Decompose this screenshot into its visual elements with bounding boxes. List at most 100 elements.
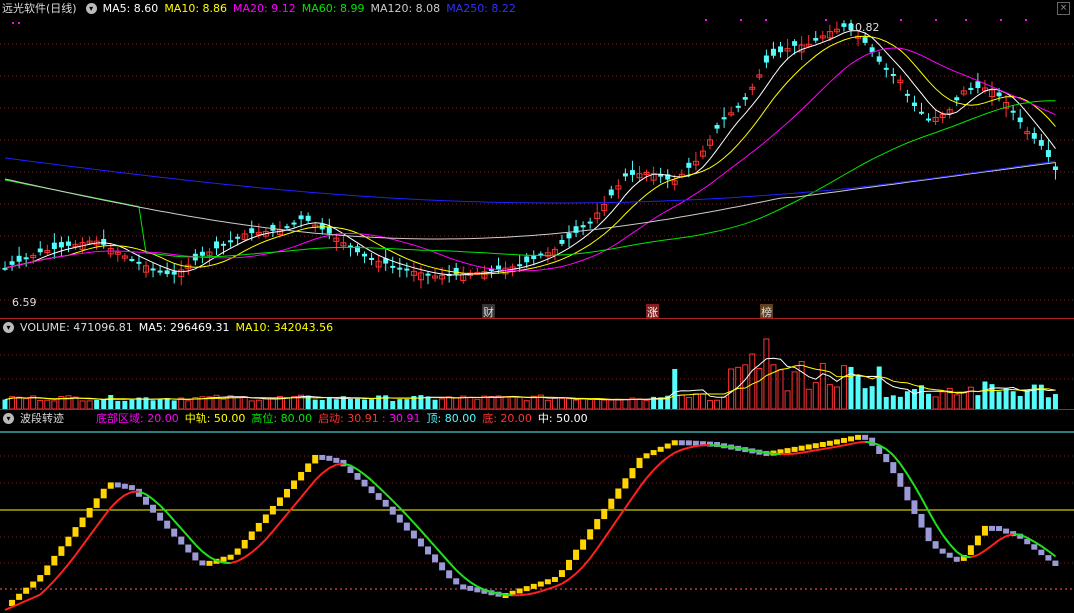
kline-panel[interactable]: 远光软件(日线) ▾ MA5: 8.60 MA10: 8.86 MA20: 9.… [0,0,1074,320]
signal-line [561,578,570,585]
signal-line [723,445,732,449]
volume-bar [355,398,360,409]
wave-bar [516,588,523,594]
wave-bar [622,478,629,489]
volume-bar [115,400,121,409]
volume-bar [1045,397,1051,409]
wave-bar [657,446,664,452]
start-label: 启动: 30.91 [318,412,379,425]
signal-dot [965,19,967,21]
indicator-panel[interactable]: ▾ 波段转迹 底部区域: 20.00 中轨: 50.00 高位: 80.00 启… [0,410,1074,613]
mid-track-label: 中轨: 50.00 [184,412,246,425]
candle-body [369,257,375,260]
signal-line [81,535,91,547]
wave-bar [23,587,30,594]
wave-bar [925,527,932,542]
signal-line [526,592,534,596]
candle-body [587,221,593,224]
volume-panel[interactable]: ▾ VOLUME: 471096.81 MA5: 296469.31 MA10:… [0,319,1074,409]
signal-line [610,517,620,529]
signal-line [738,447,746,451]
candle-body [559,239,565,244]
volume-bar [404,399,410,409]
volume-bar [376,395,382,409]
wave-bar [276,497,283,506]
signal-line [448,561,457,571]
candle-body [214,241,219,249]
volume-bar [805,388,812,409]
signal-line [180,527,190,538]
volume-bar [919,385,924,409]
wave-bar [121,483,128,489]
candle-body [362,253,368,257]
wave-bar [530,583,537,589]
candle-body [390,265,396,268]
volume-bar [86,400,93,409]
volume-label: VOLUME: 471096.81 [20,320,133,334]
wave-bar [833,439,840,445]
volume-bar [580,398,587,409]
signal-line [829,445,838,449]
volume-bar [333,399,339,409]
indicator-chart[interactable] [0,426,1074,613]
wave-bar [784,448,791,454]
candle-body [23,257,29,260]
signal-line [74,544,84,556]
volume-bar [573,399,580,409]
wave-bar [685,440,692,446]
volume-bar [1024,389,1030,409]
wave-bar [58,546,65,556]
signal-line [603,527,613,539]
volume-bar [319,399,325,409]
volume-bar [862,388,868,409]
signal-line [102,507,112,518]
ma60-label: MA60: 8.99 [301,1,365,15]
wave-bar [284,488,290,498]
signal-line [963,555,971,559]
signal-line [759,450,767,454]
expand-icon[interactable]: ▾ [3,321,14,333]
candle-body [911,102,917,107]
vol-ma5-label: MA5: 296469.31 [138,320,230,334]
candle-body [524,256,530,263]
wave-bar [410,530,417,539]
volume-bar [1003,388,1009,409]
volume-bar [446,396,453,409]
signal-dot [900,19,902,21]
signal-line [377,486,387,495]
wave-bar [361,479,368,487]
volume-bar [926,393,932,409]
kline-chart[interactable] [0,16,1074,318]
candle-body [890,73,896,76]
volume-bar [467,397,474,409]
wave-bar [220,556,227,562]
volume-bar [530,395,537,409]
signal-line [187,535,197,546]
volume-bar [1052,394,1058,409]
volume-bar [262,398,269,409]
volume-bar [241,396,248,409]
wave-bar [939,548,946,554]
wave-bar [573,549,580,560]
wave-bar [305,463,312,472]
wave-bar [594,519,601,530]
signal-line [906,473,916,487]
signal-line [688,445,697,449]
signal-line [67,554,77,565]
volume-bar [79,400,86,409]
expand-icon[interactable]: ▾ [85,2,97,14]
wave-bar [664,443,671,449]
close-icon[interactable]: × [1057,2,1070,15]
volume-chart[interactable] [0,335,1074,409]
signal-line [491,591,499,595]
ma120-line [4,162,1056,240]
signal-line [159,504,168,514]
ma250-label: MA250: 8.22 [446,1,516,15]
wave-bar [150,504,157,513]
volume-bar [798,360,805,409]
candle-body [968,87,974,90]
wave-bar [848,436,854,442]
wave-bar [100,488,107,499]
expand-icon[interactable]: ▾ [3,412,14,424]
volume-bar [784,390,791,409]
